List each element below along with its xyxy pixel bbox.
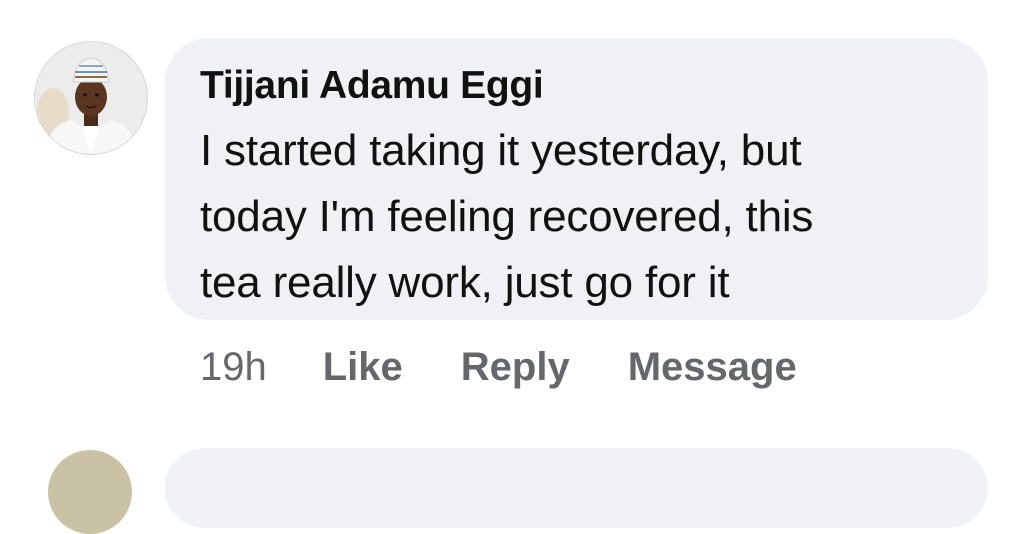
comment-author-name[interactable]: Tijjani Adamu Eggi: [200, 62, 956, 110]
comment-actions-bar: 19h Like Reply Message: [200, 342, 855, 392]
avatar-photo: [35, 42, 147, 154]
message-button[interactable]: Message: [628, 345, 797, 390]
comment-bubble: Tijjani Adamu Eggi I started taking it y…: [165, 38, 988, 320]
like-button[interactable]: Like: [323, 345, 403, 390]
comment-timestamp[interactable]: 19h: [200, 345, 267, 390]
reply-button[interactable]: Reply: [461, 345, 570, 390]
next-comment-bubble: [165, 448, 988, 528]
comment-text: I started taking it yesterday, but today…: [200, 126, 814, 307]
commenter-avatar[interactable]: [35, 42, 147, 154]
next-commenter-avatar[interactable]: [48, 450, 132, 534]
